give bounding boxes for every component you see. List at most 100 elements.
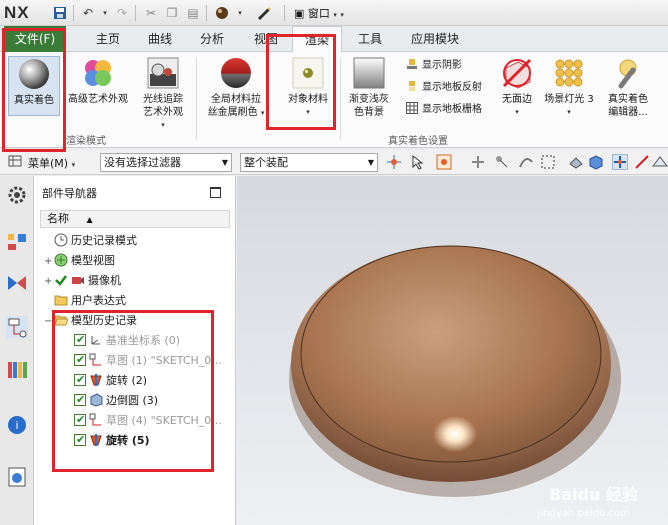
floor-grid-icon [406,102,418,114]
cube-view-icon[interactable] [588,154,604,170]
menu-button[interactable]: 菜单(M) ▾ [28,155,75,171]
tree-item-cameras[interactable]: + 摄像机 [44,272,121,290]
global-material-button[interactable]: 全局材料拉 丝金属刷色 ▾ [204,56,268,120]
navigator-title: 部件导航器 [42,187,97,200]
specular-highlight [433,416,477,452]
material-dropdown-icon[interactable]: ▾ [232,5,248,21]
body-select-icon[interactable] [494,154,510,170]
info-icon[interactable]: i [6,414,28,436]
global-material-label-2: 丝金属刷色 [207,107,258,118]
shaded-part-render [289,245,621,497]
tree-label: 历史记录模式 [71,234,137,247]
show-shadow-label: 显示阴影 [422,60,462,71]
true-shading-editor-button[interactable]: 真实着色 编辑器... [600,56,656,119]
no-edge-cube-icon [500,56,534,90]
annotation-box-file-true-shading [2,28,66,152]
column-header-name[interactable]: 名称 ▲ [40,210,230,228]
raytrace-art-button[interactable]: 光线追踪 艺术外观 ▾ [136,56,190,132]
gradient-label-1: 渐变浅灰 [349,94,389,105]
gradient-background-button[interactable]: 渐变浅灰 色背景 [342,56,396,119]
redo-icon[interactable]: ↷ [114,5,130,21]
global-material-label-1: 全局材料拉 [211,94,261,105]
menu-grid-icon[interactable] [8,154,24,170]
menu-label: 菜单(M) [28,157,69,170]
group-label-render-mode: 渲染模式 [66,136,106,147]
svg-text:i: i [15,419,18,432]
show-floor-reflection-toggle[interactable]: 显示地板反射 [406,80,482,96]
snap-point-icon[interactable] [386,154,402,170]
feature-select-icon[interactable] [470,154,486,170]
resource-bar: i [0,176,34,525]
show-hide-icon[interactable] [568,154,584,170]
watermark-url: jingyan.baidu.com [537,508,630,519]
column-name-label: 名称 [47,212,69,225]
box-select-icon[interactable] [540,154,556,170]
window-icon: ▣ [294,7,308,20]
plane-tool-icon[interactable] [651,154,668,170]
scene-light-label: 场景灯光 3 [544,94,594,105]
annotation-box-model-history [52,310,214,472]
window-menu-label: 窗口 [307,7,330,20]
settings-gear-icon[interactable] [6,184,28,206]
clock-icon [54,233,68,247]
shadow-icon [406,58,418,70]
color-spheres-icon [81,56,115,90]
raytrace-label-1: 光线追踪 [143,94,183,105]
show-shadow-toggle[interactable]: 显示阴影 [406,58,462,74]
show-floor-grid-toggle[interactable]: 显示地板栅格 [406,102,482,118]
show-floor-grid-label: 显示地板栅格 [422,104,482,115]
undo-icon[interactable]: ↶ [80,5,96,21]
part-navigator-icon[interactable] [6,316,28,338]
web-browser-icon[interactable] [6,466,28,488]
tree-item-user-expressions[interactable]: 用户表达式 [44,292,126,310]
save-icon[interactable] [52,5,68,21]
metal-sphere-icon [219,56,253,90]
camera-icon [71,273,85,287]
title-bar: NX ↶ ▾ ↷ ✂ ❐ ▤ ▾ ▣ 窗口 ▾ ▾ [0,0,668,26]
tab-curve[interactable]: 曲线 [138,26,182,52]
tree-label: 模型视图 [71,254,115,267]
tab-application[interactable]: 应用模块 [400,26,470,52]
copy-icon[interactable]: ❐ [164,5,180,21]
material-ball-icon[interactable] [214,5,230,21]
selection-filter-value: 没有选择过滤器 [104,156,181,169]
assembly-scope-select[interactable]: 整个装配 ▼ [240,153,378,172]
assembly-scope-value: 整个装配 [244,156,288,169]
advanced-art-appearance-button[interactable]: 高级艺术外观 [64,56,132,106]
cut-icon[interactable]: ✂ [143,5,159,21]
tab-analysis[interactable]: 分析 [190,26,234,52]
group-label-true-shading-settings: 真实着色设置 [388,136,448,147]
tab-tools[interactable]: 工具 [348,26,392,52]
shading-editor-label-1: 真实着色 [608,94,648,105]
reuse-library-icon[interactable] [6,358,28,380]
tab-home[interactable]: 主页 [86,26,130,52]
tree-label: 摄像机 [88,274,121,287]
undo-dropdown-icon[interactable]: ▾ [97,5,113,21]
assembly-navigator-icon[interactable] [6,230,28,252]
annotation-box-object-material [266,34,336,130]
curve-select-icon[interactable] [518,154,534,170]
model-view-icon [54,253,68,267]
line-tool-icon[interactable] [634,154,650,170]
tree-item-history-mode[interactable]: 历史记录模式 [44,232,137,250]
sort-asc-icon: ▲ [86,215,93,224]
graphics-window[interactable]: Baidu 经验 jingyan.baidu.com [237,176,668,525]
show-floor-reflection-label: 显示地板反射 [422,82,482,93]
gradient-background-icon [352,56,386,90]
paste-icon[interactable]: ▤ [185,5,201,21]
cursor-select-icon[interactable] [410,154,426,170]
tree-label: 用户表达式 [71,294,126,307]
scene-light-button[interactable]: 场景灯光 3 ▾ [540,56,598,119]
window-menu[interactable]: ▣ 窗口 ▾ ▾ [294,5,344,21]
scene-light-dots-icon [552,56,586,90]
maximize-icon[interactable] [210,187,221,198]
pen-icon[interactable] [256,5,272,21]
wrench-editor-icon [611,56,645,90]
general-selection-icon[interactable] [436,154,452,170]
no-face-edge-button[interactable]: 无面边 ▾ [496,56,538,119]
tree-item-model-views[interactable]: + 模型视图 [44,252,115,270]
advanced-art-label: 高级艺术外观 [68,94,128,105]
snap-toggle-icon[interactable] [612,154,628,170]
selection-filter-select[interactable]: 没有选择过滤器 ▼ [100,153,232,172]
constraint-navigator-icon[interactable] [6,272,28,294]
